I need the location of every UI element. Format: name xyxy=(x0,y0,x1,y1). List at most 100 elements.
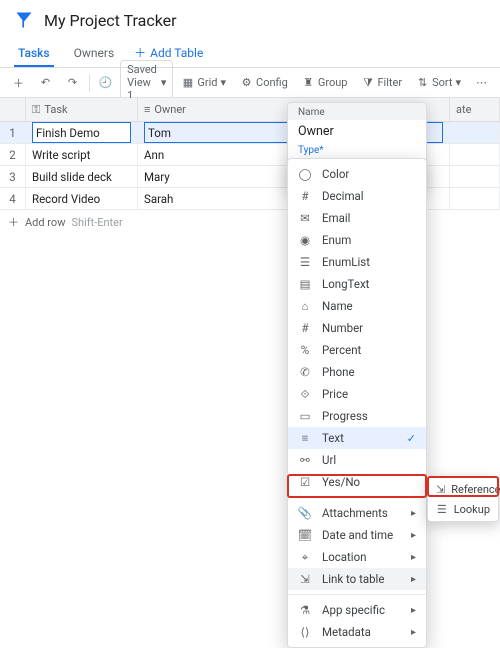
cell-task[interactable]: Record Video xyxy=(26,188,138,209)
type-metadata[interactable]: ⟨⟩Metadata▸ xyxy=(288,621,426,643)
chevron-down-icon: ▾ xyxy=(161,76,167,89)
cell-date[interactable] xyxy=(450,122,500,143)
text-icon: ≡ xyxy=(298,431,312,445)
submenu-reference[interactable]: ⇲ Reference xyxy=(428,479,498,499)
gear-icon: ⚙ xyxy=(240,76,253,89)
config-button[interactable]: ⚙ Config xyxy=(234,73,294,92)
column-header-task[interactable]: ⚿ Task xyxy=(26,98,138,121)
type-progress[interactable]: ▭Progress xyxy=(288,405,426,427)
type-enum[interactable]: ◉ Enum xyxy=(288,229,426,251)
mi-label: EnumList xyxy=(322,255,370,269)
column-header-date[interactable]: ate xyxy=(450,98,500,121)
cell-date[interactable] xyxy=(450,166,500,187)
chevron-right-icon: ▸ xyxy=(411,574,416,585)
cell-task[interactable]: Build slide deck xyxy=(26,166,138,187)
app-logo xyxy=(14,10,34,30)
redo-button[interactable]: ↷ xyxy=(60,73,85,92)
chevron-right-icon: ▸ xyxy=(411,605,416,616)
history-button[interactable]: 🕘 xyxy=(93,73,118,92)
undo-icon: ↶ xyxy=(39,76,52,89)
tab-owners[interactable]: Owners xyxy=(62,40,127,66)
cell-owner-value: Mary xyxy=(144,170,170,184)
longtext-icon: ▤ xyxy=(298,277,312,291)
undo-button[interactable]: ↶ xyxy=(33,73,58,92)
add-table-label: Add Table xyxy=(150,46,203,60)
type-app-specific[interactable]: ⚗ App specific ▸ xyxy=(288,599,426,621)
add-row-hint: Shift-Enter xyxy=(71,216,122,229)
location-icon: ⌖ xyxy=(298,550,312,565)
row-number: 1 xyxy=(0,122,26,143)
cell-task-value: Finish Demo xyxy=(32,122,131,143)
mi-label: Date and time xyxy=(322,528,393,542)
mi-label: Yes/No xyxy=(322,475,360,489)
type-url[interactable]: ⚯Url xyxy=(288,449,426,471)
more-button[interactable]: ⋯ xyxy=(469,73,494,92)
group-icon: ♜ xyxy=(302,76,315,89)
cell-task[interactable]: Write script xyxy=(26,144,138,165)
mi-label: LongText xyxy=(322,277,369,291)
reference-icon: ⇲ xyxy=(436,483,445,496)
type-longtext[interactable]: ▤ LongText xyxy=(288,273,426,295)
type-attachments[interactable]: 📎Attachments▸ xyxy=(288,502,426,524)
type-enumlist[interactable]: ☰ EnumList xyxy=(288,251,426,273)
chevron-down-icon: ▾ xyxy=(455,76,461,89)
row-number: 4 xyxy=(0,188,26,209)
filter-button[interactable]: ⧩ Filter xyxy=(355,73,408,92)
filter-icon: ⧩ xyxy=(361,76,374,89)
enumlist-icon: ☰ xyxy=(298,255,312,269)
type-phone[interactable]: ✆Phone xyxy=(288,361,426,383)
price-icon: ⟐ xyxy=(298,387,312,402)
mi-label: Link to table xyxy=(322,572,384,586)
submenu-lookup[interactable]: ☰Lookup xyxy=(428,499,498,519)
mi-label: Phone xyxy=(322,365,355,379)
mi-label: Name xyxy=(322,299,353,313)
type-percent[interactable]: %Percent xyxy=(288,339,426,361)
type-datetime[interactable]: 🗓Date and time▸ xyxy=(288,524,426,546)
clock-icon: 🕘 xyxy=(99,76,112,89)
enum-icon: ◉ xyxy=(298,233,312,247)
grid-button[interactable]: ▦ Grid ▾ xyxy=(175,73,232,92)
type-price[interactable]: ⟐ Price xyxy=(288,383,426,405)
cell-date[interactable] xyxy=(450,188,500,209)
tab-bar: Tasks Owners ＋ Add Table xyxy=(0,38,500,68)
mi-label: Price xyxy=(322,387,348,401)
panel-name-label: Name xyxy=(288,103,426,120)
type-dropdown: ◯Color #Decimal ✉Email ◉ Enum ☰ EnumList ▤… xyxy=(287,158,427,648)
type-text[interactable]: ≡Text xyxy=(288,427,426,449)
cell-task[interactable]: Finish Demo xyxy=(26,122,138,143)
cell-owner-value: Ann xyxy=(144,148,164,162)
metadata-icon: ⟨⟩ xyxy=(298,625,312,639)
tab-tasks[interactable]: Tasks xyxy=(6,40,62,66)
text-icon: ≡ xyxy=(144,103,150,116)
si-label: Reference xyxy=(451,483,500,496)
redo-icon: ↷ xyxy=(66,76,79,89)
app-icon: ⚗ xyxy=(298,603,312,617)
group-button[interactable]: ♜ Group xyxy=(296,73,354,92)
cell-date[interactable] xyxy=(450,144,500,165)
add-row-button[interactable]: ＋ xyxy=(6,73,31,92)
type-email[interactable]: ✉Email xyxy=(288,207,426,229)
sort-button[interactable]: ⇅ Sort ▾ xyxy=(410,73,467,92)
type-link-to-table[interactable]: ⇲Link to table▸ xyxy=(288,568,426,590)
mi-label: App specific xyxy=(322,603,385,617)
cell-task-value: Build slide deck xyxy=(32,170,112,184)
toolbar: ＋ ↶ ↷ 🕘 Saved View 1 ▾ ▦ Grid ▾ ⚙ Config… xyxy=(0,68,500,98)
type-number[interactable]: #Number xyxy=(288,317,426,339)
type-yesno[interactable]: ☑Yes/No xyxy=(288,471,426,493)
panel-name-value[interactable]: Owner xyxy=(288,124,426,145)
color-icon: ◯ xyxy=(298,167,312,181)
type-decimal[interactable]: #Decimal xyxy=(288,185,426,207)
chevron-right-icon: ▸ xyxy=(411,530,416,541)
progress-icon: ▭ xyxy=(298,409,312,423)
type-color[interactable]: ◯Color xyxy=(288,163,426,185)
sort-label: Sort xyxy=(432,76,452,89)
grid-icon: ▦ xyxy=(181,76,194,89)
type-name[interactable]: ⌂Name xyxy=(288,295,426,317)
mi-label: Email xyxy=(322,211,350,225)
plus-icon: ＋ xyxy=(134,44,146,61)
mi-label: Enum xyxy=(322,233,351,247)
attachment-icon: 📎 xyxy=(298,506,312,520)
plus-icon: ＋ xyxy=(12,76,25,89)
mi-label: Url xyxy=(322,453,336,467)
filter-label: Filter xyxy=(377,76,402,89)
